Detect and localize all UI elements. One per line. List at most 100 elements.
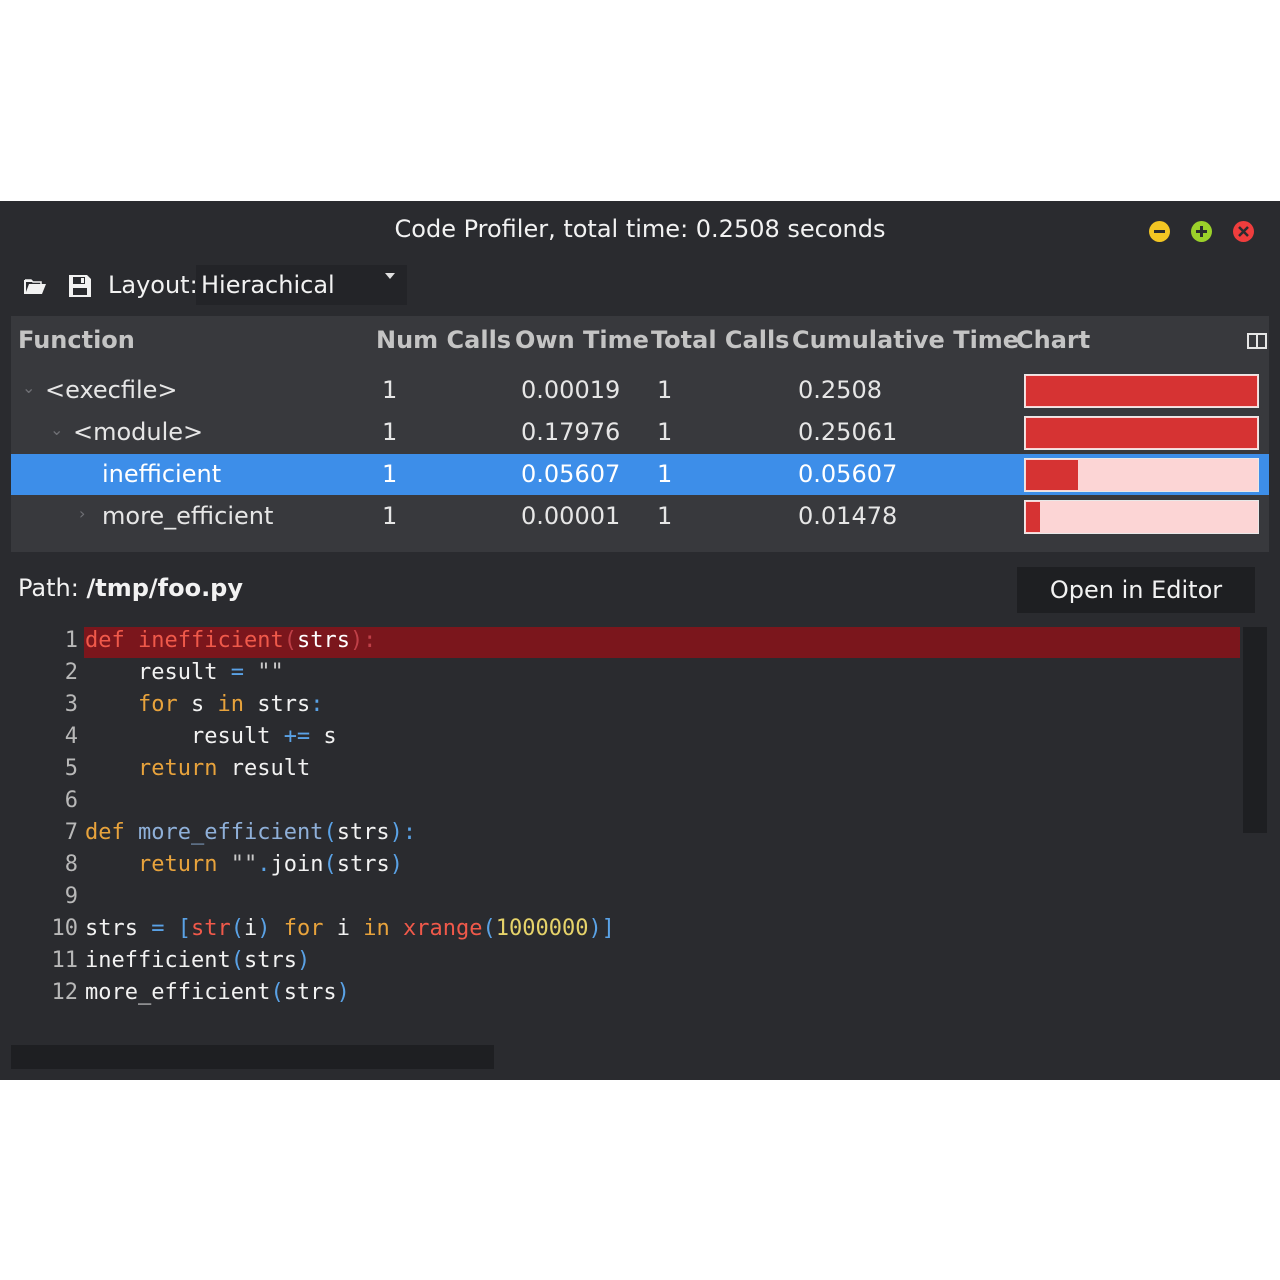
cell-own-time: 0.00001 [521,502,621,530]
cell-own-time: 0.17976 [521,418,621,446]
code-line: 4 result += s [0,721,1240,753]
code-text: return result [137,756,311,781]
chevron-down-icon [385,273,395,279]
header-num-calls[interactable]: Num Calls [376,326,511,354]
cell-function: <module> [73,418,204,446]
line-number: 12 [51,980,79,1005]
cell-function: <execfile> [45,376,178,404]
line-number: 3 [64,692,78,717]
code-text: for s in strs: [137,692,324,717]
header-total-calls[interactable]: Total Calls [651,326,789,354]
maximize-icon [1196,226,1207,237]
layout-label: Layout: [108,271,198,299]
chart-bar-fill [1026,502,1040,532]
code-editor[interactable]: 1 def inefficient(strs): 2 result = "" 3… [0,625,1280,1045]
save-icon[interactable] [67,273,93,299]
code-text: more_efficient(strs) [85,980,350,1005]
code-text: def inefficient(strs): [85,628,377,653]
minimize-button[interactable] [1149,221,1170,242]
code-line: 2 result = "" [0,657,1240,689]
chevron-down-icon[interactable]: ⌄ [22,378,35,397]
cell-own-time: 0.00019 [521,376,621,404]
header-function[interactable]: Function [18,326,135,354]
code-line: 5 return result [0,753,1240,785]
code-text: def more_efficient(strs): [85,820,417,845]
chart-bar [1024,416,1259,450]
chart-bar-fill [1026,418,1257,448]
toolbar: Layout: Hierachical [0,263,1280,309]
code-line: 9 [0,881,1240,913]
path-line: Path: /tmp/foo.py [18,574,243,602]
chevron-down-icon[interactable]: ⌄ [50,420,63,439]
code-line: 7 def more_efficient(strs): [0,817,1240,849]
code-line: 12 more_efficient(strs) [0,977,1240,1009]
profile-tree: Function Num Calls Own Time Total Calls … [11,316,1269,552]
header-own-time[interactable]: Own Time [515,326,649,354]
vertical-scrollbar[interactable] [1243,627,1267,833]
chart-bar-fill [1026,460,1078,490]
cell-cumulative-time: 0.05607 [798,460,898,488]
window-title: Code Profiler, total time: 0.2508 second… [394,215,886,243]
folder-open-icon[interactable] [22,273,48,299]
cell-num-calls: 1 [382,418,398,446]
close-icon [1238,226,1249,237]
line-number: 8 [64,852,78,877]
table-row[interactable]: ⌄ <execfile> 1 0.00019 1 0.2508 [11,370,1269,411]
line-number: 1 [64,628,78,653]
close-button[interactable] [1233,221,1254,242]
line-number: 6 [64,788,78,813]
cell-total-calls: 1 [657,376,673,404]
line-number: 5 [64,756,78,781]
cell-function: inefficient [102,460,222,488]
line-number: 2 [64,660,78,685]
code-line: 10 strs = [str(i) for i in xrange(100000… [0,913,1240,945]
maximize-button[interactable] [1191,221,1212,242]
chart-bar [1024,500,1259,534]
chart-bar [1024,458,1259,492]
columns-icon[interactable] [1247,333,1267,349]
cell-num-calls: 1 [382,460,398,488]
chevron-right-icon[interactable]: › [79,504,85,523]
line-number: 11 [51,948,79,973]
code-text: strs = [str(i) for i in xrange(1000000)] [85,916,615,941]
cell-total-calls: 1 [657,460,673,488]
minimize-icon [1154,230,1165,233]
open-in-editor-button[interactable]: Open in Editor [1017,567,1255,613]
code-line: 1 def inefficient(strs): [0,625,1240,657]
code-text: inefficient(strs) [85,948,311,973]
horizontal-scrollbar[interactable] [11,1045,494,1069]
chart-bar [1024,374,1259,408]
layout-select-value: Hierachical [201,271,335,299]
cell-total-calls: 1 [657,502,673,530]
chart-bar-fill [1026,376,1257,406]
code-text: result = "" [85,660,284,685]
cell-cumulative-time: 0.25061 [798,418,898,446]
code-line: 8 return "".join(strs) [0,849,1240,881]
table-row-selected[interactable]: inefficient 1 0.05607 1 0.05607 [11,454,1269,495]
line-number: 7 [64,820,78,845]
cell-cumulative-time: 0.2508 [798,376,882,404]
code-line: 3 for s in strs: [0,689,1240,721]
title-bar: Code Profiler, total time: 0.2508 second… [0,201,1280,259]
line-number: 9 [64,884,78,909]
cell-num-calls: 1 [382,376,398,404]
code-text: result += s [85,724,337,749]
line-number: 4 [64,724,78,749]
layout-select[interactable]: Hierachical [196,265,407,305]
path-label: Path: [18,574,79,602]
path-value: /tmp/foo.py [86,574,244,602]
table-row[interactable]: ⌄ <module> 1 0.17976 1 0.25061 [11,412,1269,453]
cell-function: more_efficient [102,502,274,530]
cell-num-calls: 1 [382,502,398,530]
code-line: 6 [0,785,1240,817]
code-profiler-window: Code Profiler, total time: 0.2508 second… [0,201,1280,1080]
cell-total-calls: 1 [657,418,673,446]
header-chart[interactable]: Chart [1016,326,1090,354]
code-line: 11 inefficient(strs) [0,945,1240,977]
line-number: 10 [51,916,79,941]
code-text: return "".join(strs) [137,852,403,877]
cell-cumulative-time: 0.01478 [798,502,898,530]
table-row[interactable]: › more_efficient 1 0.00001 1 0.01478 [11,496,1269,537]
header-cumulative-time[interactable]: Cumulative Time [792,326,1019,354]
cell-own-time: 0.05607 [521,460,621,488]
